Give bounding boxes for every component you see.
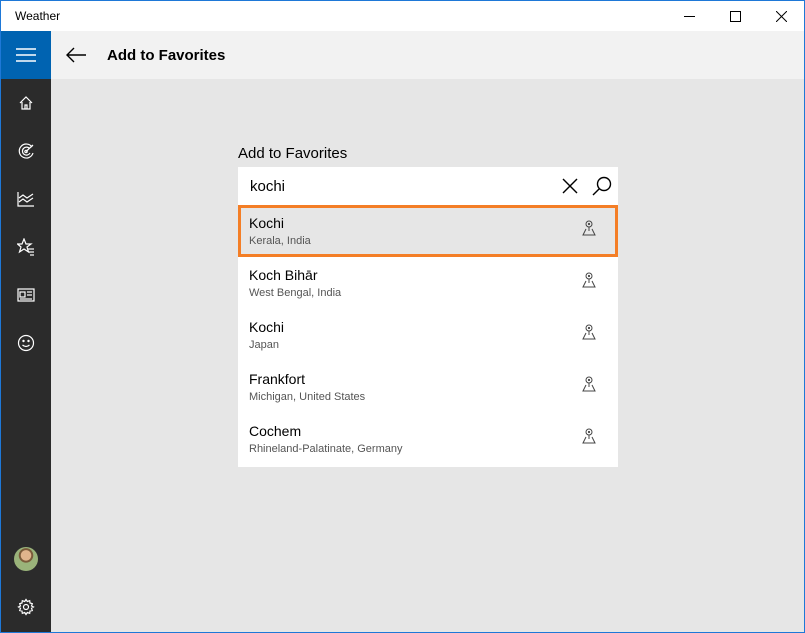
chart-icon (17, 192, 34, 207)
close-icon (775, 10, 787, 22)
search-button[interactable] (586, 167, 618, 205)
back-arrow-icon (66, 47, 86, 63)
settings-button[interactable] (1, 583, 51, 631)
search-icon (592, 176, 612, 196)
map-pin-icon (582, 428, 596, 444)
search-input[interactable]: kochi (238, 178, 554, 195)
sidebar-item-places[interactable] (1, 223, 51, 271)
radar-icon (18, 143, 34, 159)
result-item[interactable]: Frankfort Michigan, United States (238, 361, 618, 413)
avatar[interactable] (14, 547, 38, 571)
result-city: Kochi (249, 215, 285, 231)
result-city: Cochem (249, 423, 302, 439)
minimize-icon (683, 15, 695, 17)
sidebar-item-news[interactable] (1, 271, 51, 319)
location-search-box[interactable]: kochi (238, 167, 618, 205)
result-region: Michigan, United States (249, 391, 366, 403)
page-title: Add to Favorites (107, 46, 226, 64)
news-icon (17, 288, 35, 302)
map-pin-icon (582, 220, 596, 236)
sidebar-item-maps[interactable] (1, 127, 51, 175)
result-item[interactable]: Kochi Japan (238, 309, 618, 361)
sidebar-item-forecast[interactable] (1, 79, 51, 127)
hamburger-icon (16, 48, 36, 62)
sidebar (1, 31, 51, 632)
gear-icon (17, 598, 35, 616)
map-pin-icon (582, 324, 596, 340)
clear-search-button[interactable] (554, 167, 586, 205)
weather-window: Weather Add to Favorites Add to Favorite… (0, 0, 805, 633)
favorites-icon (17, 238, 34, 256)
result-item[interactable]: Kochi Kerala, India (238, 205, 618, 257)
result-item[interactable]: Cochem Rhineland-Palatinate, Germany (238, 413, 618, 465)
result-city: Kochi (249, 319, 285, 335)
page-header: Add to Favorites (51, 31, 804, 79)
maximize-button[interactable] (712, 1, 758, 31)
minimize-button[interactable] (666, 1, 712, 31)
back-button[interactable] (51, 31, 101, 79)
sidebar-item-historical[interactable] (1, 175, 51, 223)
close-button[interactable] (758, 1, 804, 31)
search-results-list: Kochi Kerala, India Koch Bihār West Beng… (238, 205, 618, 467)
home-icon (19, 96, 33, 110)
result-region: Rhineland-Palatinate, Germany (249, 443, 403, 455)
result-city: Koch Bihār (249, 267, 318, 283)
result-region: Japan (249, 339, 279, 351)
result-region: West Bengal, India (249, 287, 342, 299)
result-city: Frankfort (249, 371, 306, 387)
window-controls (666, 1, 804, 31)
add-favorites-label: Add to Favorites (238, 145, 348, 162)
title-bar: Weather (1, 1, 804, 31)
hamburger-menu-button[interactable] (1, 31, 51, 79)
map-pin-icon (582, 376, 596, 392)
app-title: Weather (15, 9, 61, 23)
feedback-icon (17, 334, 35, 352)
clear-icon (562, 178, 578, 194)
result-item[interactable]: Koch Bihār West Bengal, India (238, 257, 618, 309)
result-region: Kerala, India (249, 235, 311, 247)
main-content: Add to Favorites kochi Kochi Kerala, Ind… (51, 79, 804, 632)
map-pin-icon (582, 272, 596, 288)
maximize-icon (729, 10, 741, 22)
sidebar-item-feedback[interactable] (1, 319, 51, 367)
